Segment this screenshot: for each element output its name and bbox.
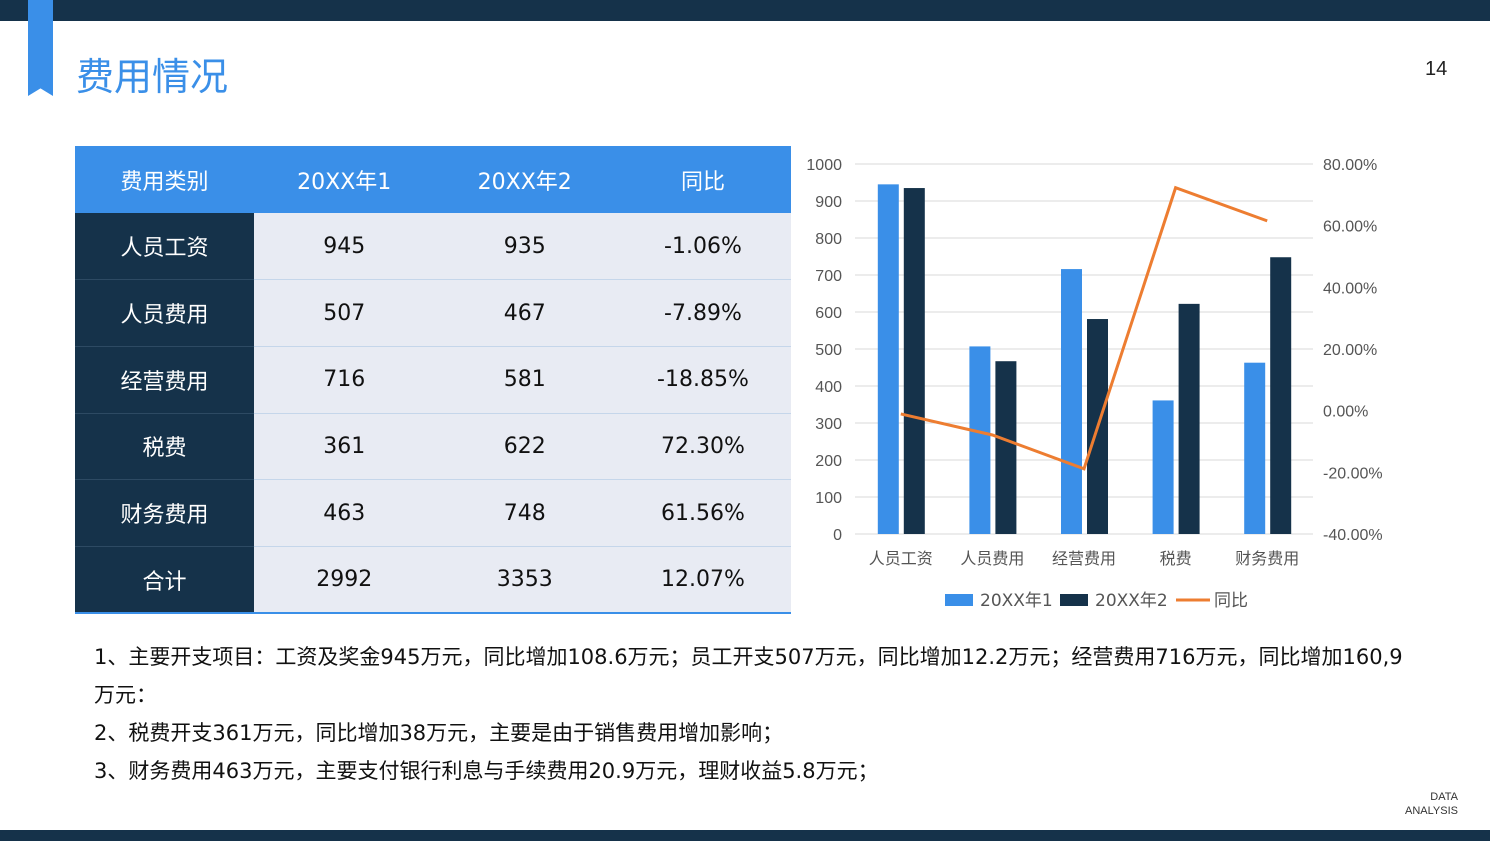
value-cell: 507 <box>254 280 434 347</box>
notes: 1、主要开支项目：工资及奖金945万元，同比增加108.6万元；员工开支507万… <box>94 638 1404 790</box>
table-row: 税费36162272.30% <box>75 413 791 480</box>
expense-chart: 0 100 200 300 400 500 600 700 800 900 1000 -40.00% -… <box>790 150 1410 620</box>
value-cell: 361 <box>254 413 434 480</box>
y2-tick-label: 0.00% <box>1323 404 1368 421</box>
table-row: 经营费用716581-18.85% <box>75 346 791 413</box>
expense-table: 费用类别 20XX年1 20XX年2 同比 人员工资945935-1.06%人员… <box>75 146 791 614</box>
col-header: 同比 <box>615 146 791 213</box>
value-cell: -1.06% <box>615 213 791 280</box>
y-tick-label: 0 <box>833 527 842 544</box>
value-cell: 748 <box>434 480 614 547</box>
bottom-bar <box>0 830 1490 841</box>
table-row: 人员工资945935-1.06% <box>75 213 791 280</box>
footer-line-1: DATA <box>1396 790 1458 804</box>
value-cell: -7.89% <box>615 280 791 347</box>
legend-label: 20XX年1 <box>980 591 1053 611</box>
category-cell: 人员费用 <box>75 280 254 347</box>
y2-tick-label: 60.00% <box>1323 219 1377 236</box>
bar-20xx-1 <box>1153 400 1174 534</box>
value-cell: 72.30% <box>615 413 791 480</box>
y-tick-label: 500 <box>815 342 842 359</box>
y2-tick-label: 20.00% <box>1323 342 1377 359</box>
value-cell: 12.07% <box>615 546 791 613</box>
category-cell: 税费 <box>75 413 254 480</box>
bar-20xx-1 <box>1244 363 1265 534</box>
note-3: 3、财务费用463万元，主要支付银行利息与手续费用20.9万元，理财收益5.8万… <box>94 752 1404 790</box>
bar-20xx-1 <box>969 346 990 534</box>
x-tick-label: 财务费用 <box>1235 549 1299 568</box>
y-tick-label: 300 <box>815 416 842 433</box>
bar-20xx-2 <box>995 361 1016 534</box>
category-cell: 合计 <box>75 546 254 613</box>
top-bar <box>0 0 1490 21</box>
y-tick-label: 600 <box>815 305 842 322</box>
legend-swatch <box>1060 594 1088 606</box>
table-row: 财务费用46374861.56% <box>75 480 791 547</box>
col-header: 费用类别 <box>75 146 254 213</box>
bar-20xx-2 <box>1270 257 1291 534</box>
value-cell: 467 <box>434 280 614 347</box>
y-tick-label: 700 <box>815 268 842 285</box>
y-tick-label: 400 <box>815 379 842 396</box>
y2-tick-label: -20.00% <box>1323 465 1383 482</box>
col-header: 20XX年2 <box>434 146 614 213</box>
y-tick-label: 200 <box>815 453 842 470</box>
bar-20xx-2 <box>904 188 925 534</box>
y-tick-label: 800 <box>815 231 842 248</box>
table-row: 人员费用507467-7.89% <box>75 280 791 347</box>
footer-line-2: ANALYSIS <box>1396 804 1458 818</box>
x-tick-label: 税费 <box>1160 549 1192 568</box>
value-cell: 935 <box>434 213 614 280</box>
category-cell: 财务费用 <box>75 480 254 547</box>
table-row: 合计2992335312.07% <box>75 546 791 613</box>
value-cell: 945 <box>254 213 434 280</box>
footer-label: DATAANALYSIS <box>1396 790 1458 818</box>
page-title: 费用情况 <box>76 46 228 101</box>
table-header-row: 费用类别 20XX年1 20XX年2 同比 <box>75 146 791 213</box>
y-tick-label: 900 <box>815 194 842 211</box>
value-cell: 2992 <box>254 546 434 613</box>
category-cell: 人员工资 <box>75 213 254 280</box>
y-tick-label: 100 <box>815 490 842 507</box>
value-cell: 463 <box>254 480 434 547</box>
note-2: 2、税费开支361万元，同比增加38万元，主要是由于销售费用增加影响； <box>94 714 1404 752</box>
page-number: 14 <box>1425 58 1447 81</box>
y-tick-label: 1000 <box>806 157 842 174</box>
value-cell: 716 <box>254 346 434 413</box>
value-cell: 581 <box>434 346 614 413</box>
value-cell: 61.56% <box>615 480 791 547</box>
value-cell: 622 <box>434 413 614 480</box>
bar-20xx-1 <box>1061 269 1082 534</box>
note-1: 1、主要开支项目：工资及奖金945万元，同比增加108.6万元；员工开支507万… <box>94 638 1404 714</box>
bar-20xx-1 <box>878 184 899 534</box>
category-cell: 经营费用 <box>75 346 254 413</box>
x-tick-label: 人员工资 <box>869 549 933 568</box>
y2-tick-label: -40.00% <box>1323 527 1383 544</box>
x-tick-label: 人员费用 <box>960 549 1024 568</box>
value-cell: 3353 <box>434 546 614 613</box>
legend-swatch <box>945 594 973 606</box>
y2-tick-label: 40.00% <box>1323 280 1377 297</box>
y2-tick-label: 80.00% <box>1323 157 1377 174</box>
bar-20xx-2 <box>1179 304 1200 534</box>
yoy-line <box>901 188 1267 469</box>
col-header: 20XX年1 <box>254 146 434 213</box>
x-tick-label: 经营费用 <box>1052 549 1116 568</box>
value-cell: -18.85% <box>615 346 791 413</box>
bookmark-ribbon-icon <box>28 0 53 96</box>
legend-label: 同比 <box>1214 591 1248 611</box>
legend-label: 20XX年2 <box>1095 591 1168 611</box>
